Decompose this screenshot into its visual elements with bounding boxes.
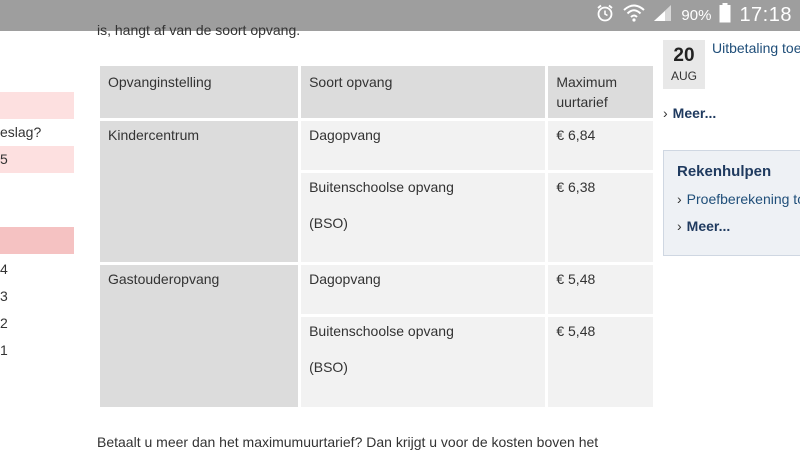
sidebar-highlight-bar <box>0 92 74 119</box>
rate-cell: € 6,84 <box>545 118 656 173</box>
care-type-cell: Dagopvang <box>298 118 549 173</box>
sidebar-number: 4 <box>0 261 8 277</box>
body-paragraph: Betaalt u meer dan het maximumuurtarief?… <box>97 434 599 450</box>
table-row: Kindercentrum Dagopvang € 6,84 <box>96 118 656 265</box>
column-header: Maximum uurtarief <box>545 63 656 121</box>
battery-percentage: 90% <box>681 7 712 24</box>
rate-cell: € 5,48 <box>545 314 656 410</box>
calculator-link-label: Proefberekening to <box>686 191 800 207</box>
sidebar-number: 2 <box>0 315 8 331</box>
more-label: Meer... <box>672 105 717 121</box>
status-icons: 90% 17:18 <box>595 0 792 31</box>
more-label: Meer... <box>686 218 731 234</box>
rate-cell: € 6,38 <box>545 170 656 265</box>
sidebar-number: 1 <box>0 342 8 358</box>
calculators-panel: Rekenhulpen › Proefberekening to › Meer... <box>663 150 800 256</box>
column-header: Opvanginstelling <box>96 63 302 121</box>
clock: 17:18 <box>739 4 792 26</box>
rate-cell: € 5,48 <box>545 262 656 317</box>
institution-cell: Gastouderopvang <box>96 262 302 410</box>
chevron-right-icon: › <box>677 218 682 234</box>
sidebar-question: eslag? <box>0 124 42 140</box>
sidebar-number: 3 <box>0 288 8 304</box>
news-more-link[interactable]: › Meer... <box>663 105 716 121</box>
care-type: Buitenschoolse opvang <box>309 323 454 339</box>
care-type: Dagopvang <box>309 271 381 287</box>
wifi-icon <box>623 4 646 27</box>
sidebar-strong-bar <box>0 227 74 254</box>
battery-icon <box>719 3 731 28</box>
table-row: Gastouderopvang Dagopvang € 5,48 <box>96 262 656 410</box>
chevron-right-icon: › <box>677 191 682 207</box>
care-type-cell: Buitenschoolse opvang (BSO) <box>298 170 549 265</box>
news-date-badge: 20 AUG <box>663 40 705 89</box>
news-item-link[interactable]: Uitbetaling toe <box>712 40 800 56</box>
news-date-month: AUG <box>670 69 697 83</box>
news-date-day: 20 <box>673 45 695 66</box>
panel-title: Rekenhulpen <box>677 163 772 180</box>
sidebar-value: 5 <box>0 151 8 167</box>
care-type-cell: Buitenschoolse opvang (BSO) <box>298 314 549 410</box>
intro-text: is, hangt af van de soort opvang. <box>97 22 301 38</box>
column-header: Soort opvang <box>298 63 549 121</box>
care-type: Dagopvang <box>309 127 381 143</box>
calculator-link[interactable]: › Proefberekening to <box>677 191 800 207</box>
care-type-abbrev: (BSO) <box>309 215 348 231</box>
sidebar-value-bar <box>0 146 74 173</box>
care-type: Buitenschoolse opvang <box>309 179 454 195</box>
chevron-right-icon: › <box>663 105 668 121</box>
calculators-more-link[interactable]: › Meer... <box>677 218 730 234</box>
table-header-row: Opvanginstelling Soort opvang Maximum uu… <box>96 63 656 121</box>
alarm-icon <box>595 3 615 28</box>
tariff-table: Opvanginstelling Soort opvang Maximum uu… <box>96 63 656 410</box>
institution-cell: Kindercentrum <box>96 118 302 265</box>
care-type-cell: Dagopvang <box>298 262 549 317</box>
signal-icon <box>653 4 673 27</box>
care-type-abbrev: (BSO) <box>309 359 348 375</box>
